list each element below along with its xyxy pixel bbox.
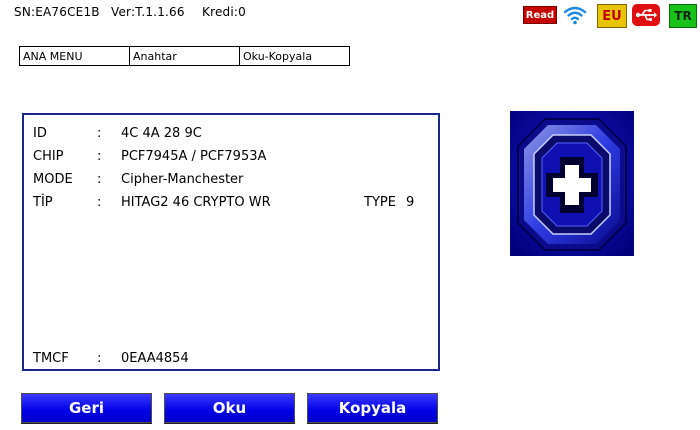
separator: : <box>97 351 102 366</box>
language-tr-badge[interactable]: TR <box>669 4 697 28</box>
id-label: ID <box>33 126 47 141</box>
read-button[interactable]: Oku <box>164 393 295 423</box>
chip-value: PCF7945A / PCF7953A <box>121 149 267 164</box>
separator: : <box>97 149 102 164</box>
separator: : <box>97 172 102 187</box>
firmware-version: Ver:T.1.1.66 <box>111 5 185 19</box>
read-status-badge: Read <box>523 6 557 24</box>
tmcf-label: TMCF <box>33 351 69 366</box>
breadcrumb-oku-kopyala[interactable]: Oku-Kopyala <box>240 47 349 65</box>
breadcrumb-anahtar[interactable]: Anahtar <box>130 47 240 65</box>
serial-number: SN:EA76CE1B <box>14 5 100 19</box>
tip-label: TİP <box>33 195 53 210</box>
status-bar: SN:EA76CE1B Ver:T.1.1.66 Kredi:0 Read EU… <box>0 0 700 28</box>
info-row-tmcf: TMCF : 0EAA4854 <box>24 351 438 371</box>
tmcf-value: 0EAA4854 <box>121 351 189 366</box>
chip-label: CHIP <box>33 149 64 164</box>
separator: : <box>97 126 102 141</box>
credit-count: Kredi:0 <box>202 5 246 19</box>
usb-icon <box>632 4 660 26</box>
transponder-slot-image <box>510 111 634 256</box>
info-row-id: ID : 4C 4A 28 9C <box>24 126 438 146</box>
mode-value: Cipher-Manchester <box>121 172 244 187</box>
transponder-info-panel: ID : 4C 4A 28 9C CHIP : PCF7945A / PCF79… <box>22 113 440 371</box>
id-value: 4C 4A 28 9C <box>121 126 202 141</box>
info-row-mode: MODE : Cipher-Manchester <box>24 172 438 192</box>
mode-label: MODE <box>33 172 73 187</box>
tip-value: HITAG2 46 CRYPTO WR <box>121 195 271 210</box>
info-row-chip: CHIP : PCF7945A / PCF7953A <box>24 149 438 169</box>
breadcrumb-ana-menu[interactable]: ANA MENU <box>20 47 130 65</box>
region-eu-badge[interactable]: EU <box>597 4 627 28</box>
separator: : <box>97 195 102 210</box>
type-value: 9 <box>406 195 415 210</box>
type-label: TYPE <box>364 195 396 210</box>
copy-button[interactable]: Kopyala <box>307 393 438 423</box>
wifi-icon <box>561 4 589 26</box>
breadcrumb: ANA MENU Anahtar Oku-Kopyala <box>19 46 350 66</box>
info-row-tip: TİP : HITAG2 46 CRYPTO WR TYPE 9 <box>24 195 438 215</box>
back-button[interactable]: Geri <box>21 393 152 423</box>
